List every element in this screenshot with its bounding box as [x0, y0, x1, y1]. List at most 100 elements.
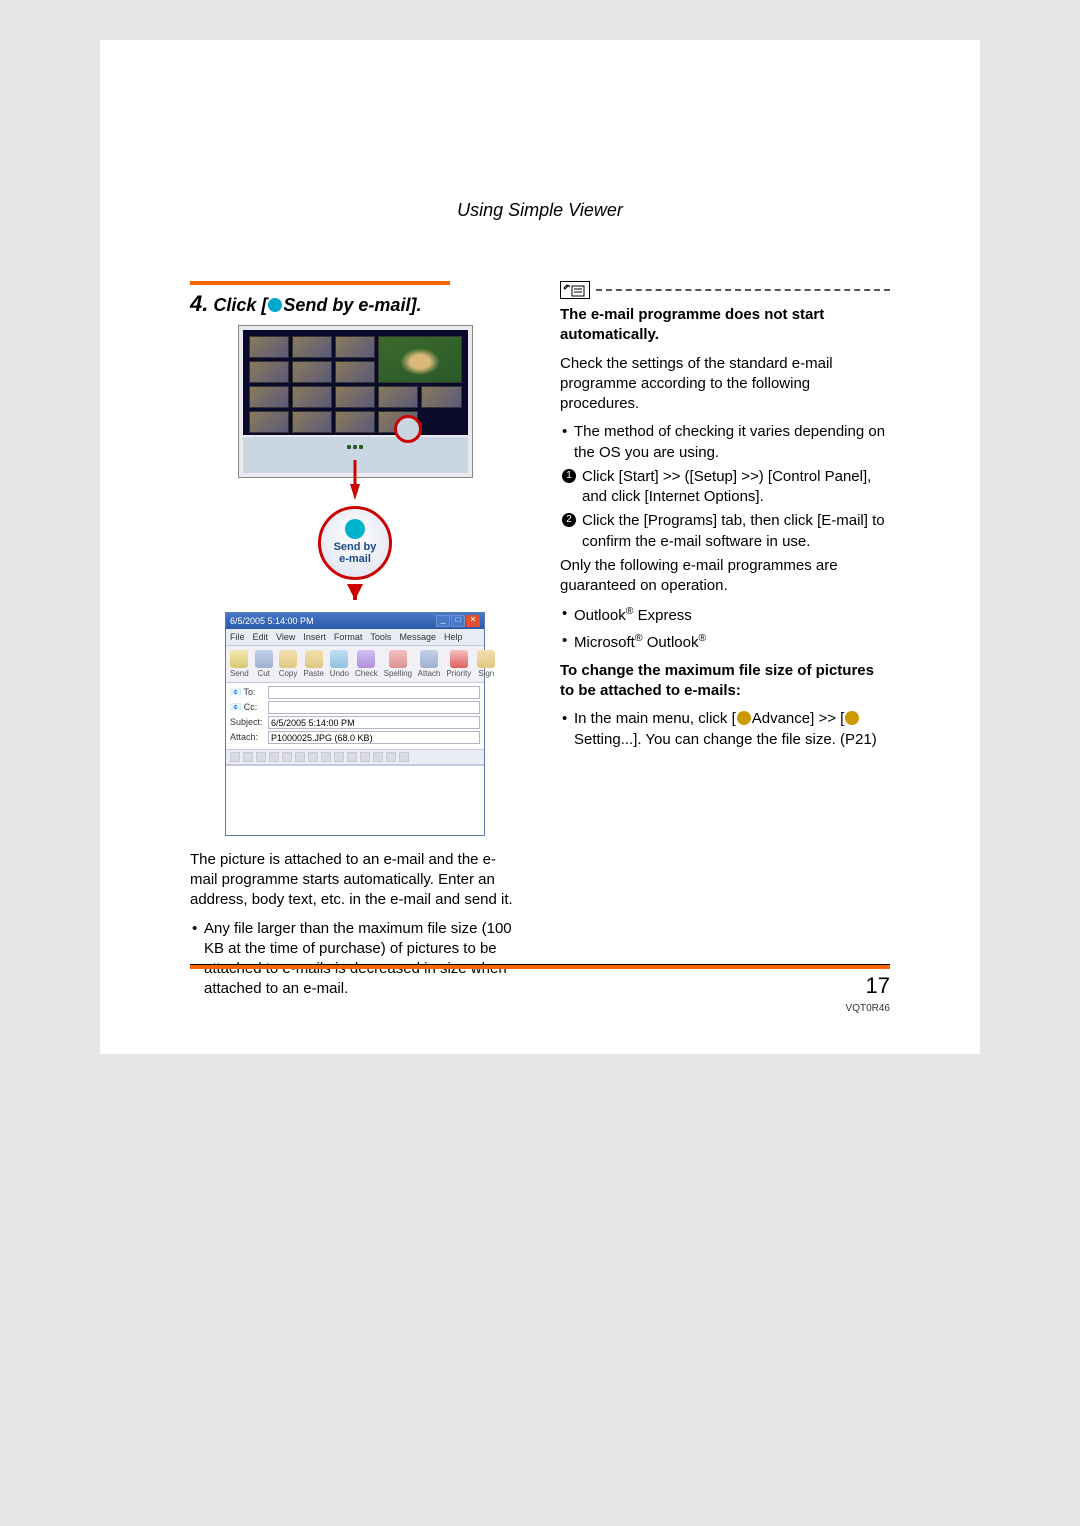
cc-row: 📧 Cc: — [230, 701, 480, 714]
attach-row: Attach: P1000025.JPG (68.0 KB) — [230, 731, 480, 744]
format-btn — [386, 752, 396, 762]
toolbar-item: Copy — [279, 650, 298, 680]
note-heading-row — [560, 281, 890, 299]
to-row: 📧 To: — [230, 686, 480, 699]
thumbnail — [335, 361, 375, 383]
sign-icon — [477, 650, 495, 668]
check-icon — [357, 650, 375, 668]
toolbar-item: Undo — [330, 650, 349, 680]
thumbnail — [335, 336, 375, 358]
cc-field — [268, 701, 480, 714]
format-btn — [256, 752, 266, 762]
thumbnail — [249, 411, 289, 433]
toolbar-label: Paste — [303, 669, 323, 678]
thumbnail-area — [243, 330, 468, 435]
attach-icon — [420, 650, 438, 668]
message-header-fields: 📧 To: 📧 Cc: Subject: 6/5/2005 5:14:00 PM… — [226, 683, 484, 749]
toolbar-label: Undo — [330, 669, 349, 678]
thumbnail — [335, 411, 375, 433]
hand-note-icon — [563, 284, 585, 298]
format-btn — [282, 752, 292, 762]
format-btn — [308, 752, 318, 762]
numbered-item: 1Click [Start] >> ([Setup] >>) [Control … — [560, 467, 890, 508]
step-text-suffix: Send by e-mail]. — [283, 295, 421, 315]
attach-field: P1000025.JPG (68.0 KB) — [268, 731, 480, 744]
thumbnail-selected — [378, 336, 461, 383]
menu-item: View — [276, 631, 295, 643]
toolbar-item: Priority — [446, 650, 471, 680]
menu-item: File — [230, 631, 245, 643]
to-field — [268, 686, 480, 699]
bullet-text: Setting...]. You can change the file siz… — [574, 731, 877, 748]
arrow-down-icon — [347, 584, 363, 600]
to-label: 📧 To: — [230, 686, 268, 698]
thumbnail — [292, 336, 332, 358]
send-icon — [230, 650, 248, 668]
thumbnail — [421, 386, 461, 408]
body-text: The picture is attached to an e-mail and… — [190, 850, 520, 911]
format-btn — [269, 752, 279, 762]
thumbnail — [249, 361, 289, 383]
toolbar-label: Copy — [279, 669, 298, 678]
email-client-screenshot: 6/5/2005 5:14:00 PM _ □ ✕ File Edit View… — [225, 612, 485, 836]
toolbar-item: Spelling — [384, 650, 412, 680]
toolbar-item: Attach — [418, 650, 441, 680]
product-name: Microsoft — [574, 634, 635, 651]
subject-field: 6/5/2005 5:14:00 PM — [268, 716, 480, 729]
format-btn — [360, 752, 370, 762]
dash-divider — [596, 289, 890, 291]
registered-mark: ® — [635, 632, 643, 644]
thumbnail — [292, 361, 332, 383]
toolbar-item: Paste — [303, 650, 323, 680]
paste-icon — [305, 650, 323, 668]
send-button-label: Send by e-mail — [334, 541, 377, 565]
toolbar-item: Sign — [477, 650, 495, 680]
bullet-item: Outlook® Express — [560, 604, 890, 626]
section-header: Using Simple Viewer — [190, 200, 890, 221]
priority-icon — [450, 650, 468, 668]
toolbar-item: Check — [355, 650, 378, 680]
bullet-text: In the main menu, click [ — [574, 710, 736, 727]
product-suffix: Express — [633, 607, 691, 624]
toolbar-label: Check — [355, 669, 378, 678]
close-icon: ✕ — [466, 615, 480, 627]
message-body — [226, 765, 484, 835]
toolbar-label: Send — [230, 669, 249, 678]
bullet-item: The method of checking it varies dependi… — [560, 422, 890, 463]
menu-item: Tools — [370, 631, 391, 643]
menubar: File Edit View Insert Format Tools Messa… — [226, 629, 484, 646]
subject-label: Subject: — [230, 716, 268, 728]
note-heading: The e-mail programme does not start auto… — [560, 305, 890, 346]
thumbnail — [378, 386, 418, 408]
numbered-text: Click the [Programs] tab, then click [E-… — [582, 512, 885, 549]
body-text: Only the following e-mail programmes are… — [560, 556, 890, 597]
number-dot-icon: 1 — [562, 469, 576, 483]
cc-label: 📧 Cc: — [230, 701, 268, 713]
note-icon — [560, 281, 590, 299]
copy-icon — [279, 650, 297, 668]
thumbnail — [249, 386, 289, 408]
subject-row: Subject: 6/5/2005 5:14:00 PM — [230, 716, 480, 729]
menu-item: Insert — [303, 631, 326, 643]
footer-divider — [190, 964, 890, 969]
viewer-screenshot — [238, 325, 473, 478]
format-btn — [373, 752, 383, 762]
toolbar-label: Priority — [446, 669, 471, 678]
accent-bar — [190, 281, 450, 285]
cut-icon — [255, 650, 273, 668]
two-column-layout: 4. Click [Send by e-mail]. — [190, 281, 890, 1004]
send-email-button-highlight — [394, 415, 422, 443]
note-heading: To change the maximum file size of pictu… — [560, 661, 890, 702]
nav-dots — [347, 445, 363, 449]
toolbar-label: Attach — [418, 669, 441, 678]
format-btn — [243, 752, 253, 762]
thumbnail — [335, 386, 375, 408]
registered-mark: ® — [698, 632, 706, 644]
step-number: 4. — [190, 291, 208, 316]
send-mail-icon — [268, 298, 282, 312]
window-buttons: _ □ ✕ — [436, 615, 480, 627]
format-btn — [334, 752, 344, 762]
format-btn — [321, 752, 331, 762]
toolbar-label: Cut — [257, 669, 269, 678]
format-toolbar — [226, 749, 484, 765]
